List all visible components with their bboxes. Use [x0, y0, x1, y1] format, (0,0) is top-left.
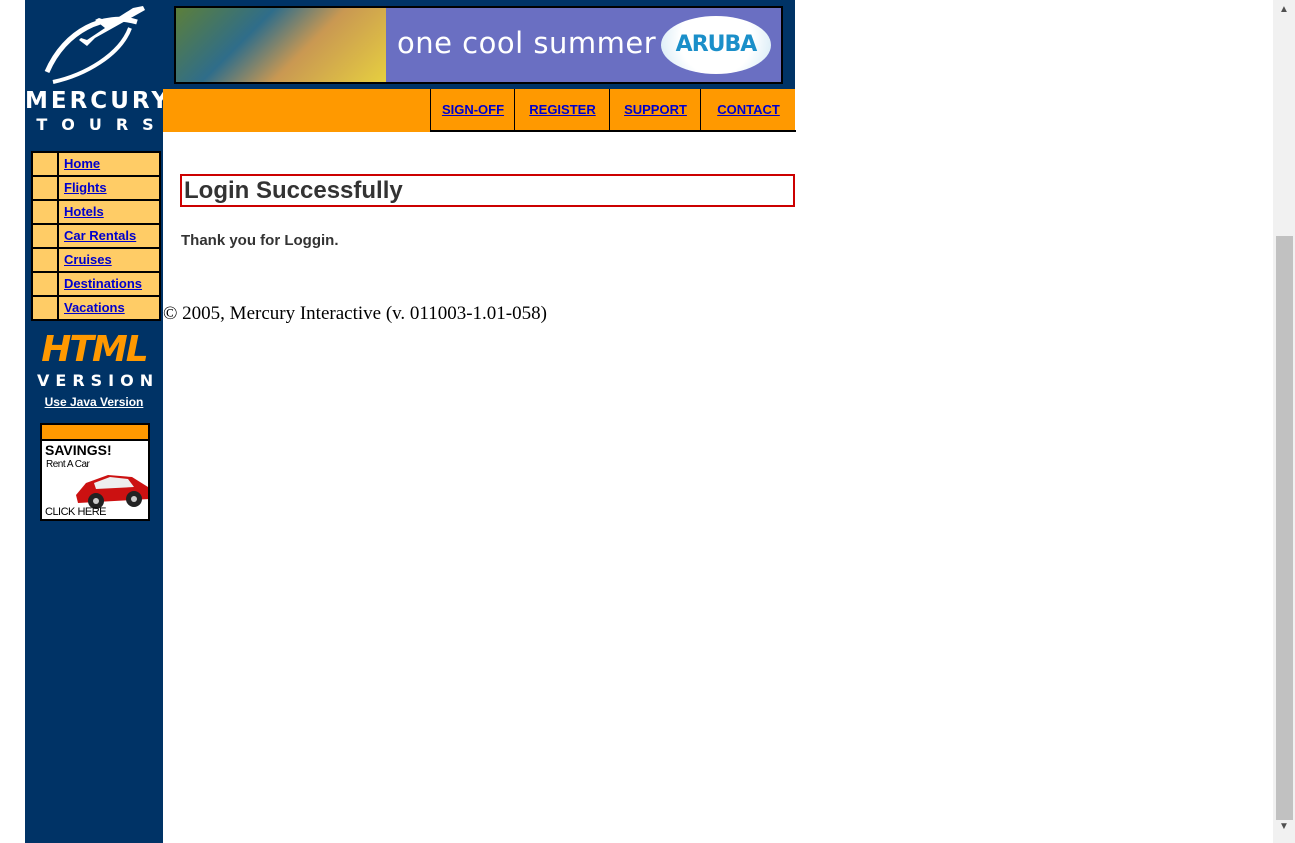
top-nav-item-contact: CONTACT [700, 89, 796, 132]
sign-off-link[interactable]: SIGN-OFF [442, 102, 504, 117]
side-menu-item-vacations: Vacations [33, 297, 159, 319]
aruba-banner-ad[interactable]: one cool summer ARUBA [174, 6, 783, 84]
flights-link[interactable]: Flights [64, 180, 107, 195]
vertical-scrollbar[interactable]: ▲ ▼ [1273, 0, 1295, 843]
red-car-icon [76, 475, 148, 509]
scroll-down-arrow-icon[interactable]: ▼ [1273, 821, 1295, 841]
scrollbar-thumb[interactable] [1276, 236, 1293, 820]
destinations-link[interactable]: Destinations [64, 276, 142, 291]
aruba-logo: ARUBA [661, 16, 771, 74]
vacations-link[interactable]: Vacations [64, 300, 125, 315]
ad-title: SAVINGS! [45, 442, 112, 458]
cruises-link[interactable]: Cruises [64, 252, 112, 267]
car-rentals-link[interactable]: Car Rentals [64, 228, 136, 243]
use-java-version-link[interactable]: Use Java Version [25, 395, 163, 409]
side-menu: Home Flights Hotels Car Rentals Cruises … [31, 151, 161, 321]
ad-click-here: CLICK HERE [45, 506, 107, 518]
mercury-tours-logo: MERCURY TOURS [25, 0, 171, 140]
side-menu-item-cruises: Cruises [33, 249, 159, 271]
top-nav-item-support: SUPPORT [609, 89, 701, 132]
savings-rent-a-car-ad[interactable]: SAVINGS! Rent A Car CLICK HERE [40, 423, 150, 521]
contact-link[interactable]: CONTACT [717, 102, 780, 117]
aruba-logo-text: ARUBA [675, 32, 758, 57]
side-menu-item-destinations: Destinations [33, 273, 159, 295]
side-menu-item-hotels: Hotels [33, 201, 159, 223]
logo-text-mercury: MERCURY [25, 88, 171, 114]
hotels-link[interactable]: Hotels [64, 204, 104, 219]
top-nav: SIGN-OFF REGISTER SUPPORT CONTACT [163, 89, 796, 132]
page-title: Login Successfully [184, 177, 403, 204]
thank-you-message: Thank you for Loggin. [181, 232, 339, 249]
logo-text-tours: TOURS [36, 115, 168, 134]
page-title-box: Login Successfully [180, 174, 795, 207]
side-menu-item-car-rentals: Car Rentals [33, 225, 159, 247]
home-link[interactable]: Home [64, 156, 100, 171]
header-banner-area: one cool summer ARUBA [163, 0, 795, 89]
top-nav-item-sign-off: SIGN-OFF [430, 89, 515, 132]
ad-header-bar [42, 425, 148, 441]
banner-photo [176, 8, 386, 82]
copyright-footer: © 2005, Mercury Interactive (v. 011003-1… [163, 303, 547, 324]
side-menu-item-home: Home [33, 153, 159, 175]
support-link[interactable]: SUPPORT [624, 102, 687, 117]
html-version-subtitle: VERSION [37, 371, 160, 390]
airplane-icon [44, 6, 145, 84]
left-sidebar: MERCURY TOURS Home Flights Hotels Car Re… [25, 0, 171, 843]
html-version-badge: HTML VERSION [37, 327, 160, 391]
side-menu-item-flights: Flights [33, 177, 159, 199]
scroll-up-arrow-icon[interactable]: ▲ [1273, 4, 1295, 24]
banner-tagline: one cool summer [397, 26, 657, 60]
register-link[interactable]: REGISTER [529, 102, 595, 117]
html-version-title: HTML [41, 329, 148, 370]
top-nav-item-register: REGISTER [514, 89, 610, 132]
